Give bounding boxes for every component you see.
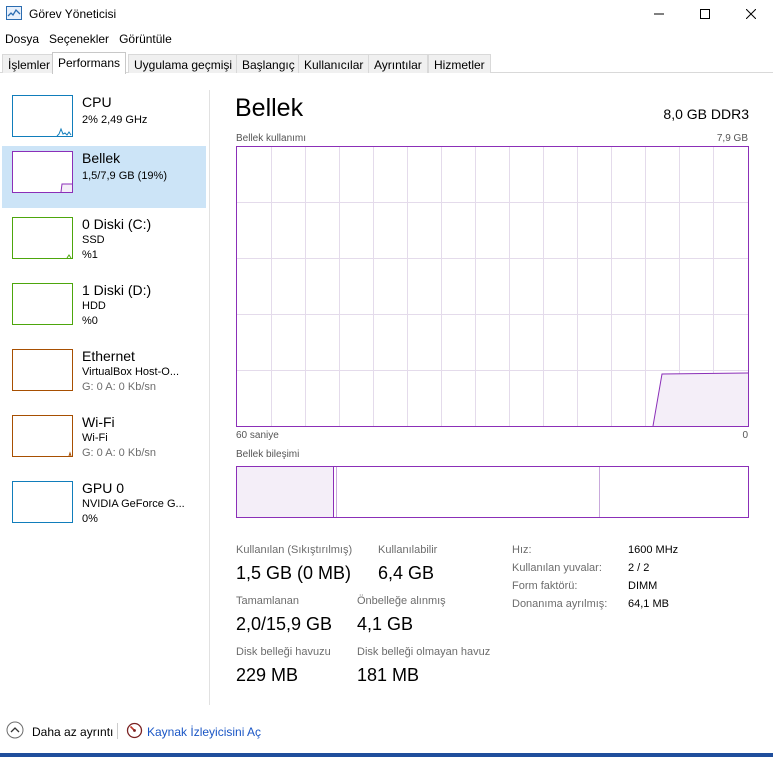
title-bar: Görev Yöneticisi xyxy=(0,0,773,28)
memory-thumbnail-graph xyxy=(12,151,73,193)
tab-startup[interactable]: Başlangıç xyxy=(236,54,301,73)
ethernet-thumbnail-graph xyxy=(12,349,73,391)
usage-graph-label: Bellek kullanımı xyxy=(236,133,307,144)
sidebar-item-title: Wi-Fi xyxy=(82,414,115,430)
memory-usage-graph-canvas xyxy=(237,147,749,427)
fewer-details-button[interactable]: Daha az ayrıntı xyxy=(32,725,113,739)
sidebar-item-detail: 1,5/7,9 GB (19%) xyxy=(82,170,167,182)
sidebar-item-disk-c[interactable]: 0 Diski (C:) SSD %1 xyxy=(2,212,206,274)
menu-bar: Dosya Seçenekler Görüntüle xyxy=(0,29,177,49)
task-manager-icon xyxy=(6,6,22,20)
open-resource-monitor-link[interactable]: Kaynak İzleyicisini Aç xyxy=(147,725,261,739)
nonpaged-pool-value: 181 MB xyxy=(357,665,420,685)
cached-value: 4,1 GB xyxy=(357,614,414,634)
sidebar-item-adapter: VirtualBox Host-O... xyxy=(82,366,179,378)
chevron-up-icon[interactable] xyxy=(6,721,24,739)
sidebar-item-adapter: NVIDIA GeForce G... xyxy=(82,498,185,510)
sidebar-item-title: Bellek xyxy=(82,150,121,166)
memory-composition-graph xyxy=(236,466,749,518)
footer: Daha az ayrıntı Kaynak İzleyicisini Aç xyxy=(0,715,773,747)
sidebar-item-title: GPU 0 xyxy=(82,480,125,496)
composition-graph-label: Bellek bileşimi xyxy=(236,449,300,460)
window-bottom-border xyxy=(0,753,773,757)
available-value: 6,4 GB xyxy=(378,563,435,583)
sidebar-item-title: 0 Diski (C:) xyxy=(82,216,152,232)
resource-sidebar: CPU 2% 2,49 GHz Bellek 1,5/7,9 GB (19%) … xyxy=(0,90,210,705)
memory-composition-canvas xyxy=(237,467,600,517)
tab-bar: İşlemler Performans Uygulama geçmişi Baş… xyxy=(0,52,773,74)
gpu-thumbnail-graph xyxy=(12,481,73,523)
maximize-button[interactable] xyxy=(682,0,728,28)
disk-c-thumbnail-graph xyxy=(12,217,73,259)
slots-label: Kullanılan yuvalar: xyxy=(512,562,602,574)
form-factor-value: DIMM xyxy=(628,580,658,592)
sidebar-item-disk-d[interactable]: 1 Diski (D:) HDD %0 xyxy=(2,278,206,340)
resource-monitor-icon xyxy=(126,722,143,739)
sidebar-item-title: Ethernet xyxy=(82,348,135,364)
sidebar-item-throughput: G: 0 A: 0 Kb/sn xyxy=(82,447,156,459)
sidebar-item-type: SSD xyxy=(82,234,105,246)
in-use-label: Kullanılan (Sıkıştırılmış) xyxy=(236,544,353,556)
tab-details[interactable]: Ayrıntılar xyxy=(368,54,428,73)
menu-file[interactable]: Dosya xyxy=(0,29,44,49)
sidebar-item-memory[interactable]: Bellek 1,5/7,9 GB (19%) xyxy=(2,146,206,208)
cached-label: Önbelleğe alınmış xyxy=(357,595,446,607)
time-axis-end: 0 xyxy=(742,430,748,441)
memory-usage-graph xyxy=(236,146,749,427)
committed-value: 2,0/15,9 GB xyxy=(236,614,333,634)
nonpaged-pool-label: Disk belleği olmayan havuz xyxy=(357,646,491,658)
sidebar-item-wifi[interactable]: Wi-Fi Wi-Fi G: 0 A: 0 Kb/sn xyxy=(2,410,206,472)
sidebar-item-detail: 2% 2,49 GHz xyxy=(82,114,148,126)
tab-app-history[interactable]: Uygulama geçmişi xyxy=(128,54,239,73)
form-factor-label: Form faktörü: xyxy=(512,580,578,592)
memory-spec: 8,0 GB DDR3 xyxy=(663,106,749,122)
sidebar-item-usage: %1 xyxy=(82,249,98,261)
minimize-button[interactable] xyxy=(636,0,682,28)
speed-label: Hız: xyxy=(512,544,532,556)
hardware-reserved-value: 64,1 MB xyxy=(628,598,669,610)
sidebar-item-usage: 0% xyxy=(82,513,98,525)
close-button[interactable] xyxy=(728,0,773,28)
available-label: Kullanılabilir xyxy=(378,544,438,556)
paged-pool-value: 229 MB xyxy=(236,665,299,685)
in-use-value: 1,5 GB (0 MB) xyxy=(236,563,352,583)
time-axis-start: 60 saniye xyxy=(236,430,279,441)
hardware-reserved-label: Donanıma ayrılmış: xyxy=(512,598,608,610)
sidebar-item-adapter: Wi-Fi xyxy=(82,432,108,444)
page-title: Bellek xyxy=(235,94,304,122)
tab-services[interactable]: Hizmetler xyxy=(428,54,491,73)
tab-performance[interactable]: Performans xyxy=(52,52,127,74)
sidebar-item-throughput: G: 0 A: 0 Kb/sn xyxy=(82,381,156,393)
sidebar-item-usage: %0 xyxy=(82,315,98,327)
disk-d-thumbnail-graph xyxy=(12,283,73,325)
slots-value: 2 / 2 xyxy=(628,562,650,574)
paged-pool-label: Disk belleği havuzu xyxy=(236,646,331,658)
tab-users[interactable]: Kullanıcılar xyxy=(298,54,370,73)
window-title: Görev Yöneticisi xyxy=(29,7,117,21)
sidebar-item-type: HDD xyxy=(82,300,106,312)
sidebar-item-ethernet[interactable]: Ethernet VirtualBox Host-O... G: 0 A: 0 … xyxy=(2,344,206,406)
menu-view[interactable]: Görüntüle xyxy=(114,29,177,49)
sidebar-item-cpu[interactable]: CPU 2% 2,49 GHz xyxy=(2,90,206,152)
sidebar-item-title: 1 Diski (D:) xyxy=(82,282,152,298)
wifi-thumbnail-graph xyxy=(12,415,73,457)
sidebar-item-title: CPU xyxy=(82,94,112,110)
committed-label: Tamamlanan xyxy=(236,595,299,607)
usage-graph-max: 7,9 GB xyxy=(716,133,748,144)
footer-divider xyxy=(117,723,118,739)
tab-processes[interactable]: İşlemler xyxy=(2,54,57,73)
sidebar-item-gpu[interactable]: GPU 0 NVIDIA GeForce G... 0% xyxy=(2,476,206,538)
cpu-thumbnail-graph xyxy=(12,95,73,137)
speed-value: 1600 MHz xyxy=(628,544,679,556)
menu-options[interactable]: Seçenekler xyxy=(44,29,114,49)
